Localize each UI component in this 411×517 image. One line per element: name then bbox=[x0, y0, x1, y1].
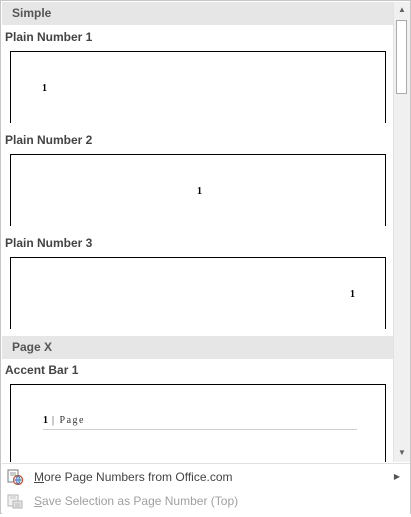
vertical-scrollbar[interactable]: ▲ ▼ bbox=[393, 2, 410, 462]
submenu-arrow-icon: ▶ bbox=[393, 472, 400, 481]
gallery-item-plain-number-3[interactable]: 1 bbox=[10, 257, 386, 329]
gallery-item-plain-number-1[interactable]: 1 bbox=[10, 51, 386, 123]
gallery-item-plain-number-2[interactable]: 1 bbox=[10, 154, 386, 226]
item-label-plain-number-1: Plain Number 1 bbox=[5, 30, 93, 44]
save-selection-label: Save Selection as Page Number (Top) bbox=[34, 494, 239, 508]
section-header-page-x: Page X bbox=[2, 336, 393, 359]
preview-accent-text: 1 | Page bbox=[43, 415, 85, 426]
scroll-thumb[interactable] bbox=[396, 20, 407, 94]
gallery-footer-menu: More Page Numbers from Office.com ▶ Save… bbox=[2, 463, 410, 514]
scroll-up-arrow-icon[interactable]: ▲ bbox=[394, 2, 410, 18]
item-label-plain-number-3: Plain Number 3 bbox=[5, 236, 93, 250]
more-page-numbers-menu-item[interactable]: More Page Numbers from Office.com ▶ bbox=[2, 465, 410, 489]
preview-page-number: 1 bbox=[43, 415, 48, 426]
page-number-gallery: Simple Plain Number 1 1 Plain Number 2 1… bbox=[0, 0, 411, 514]
item-label-accent-bar-1: Accent Bar 1 bbox=[5, 363, 79, 377]
section-header-simple: Simple bbox=[2, 2, 393, 25]
preview-page-word: Page bbox=[59, 415, 85, 426]
gallery-item-accent-bar-1[interactable]: 1 | Page bbox=[10, 384, 386, 462]
item-label-plain-number-2: Plain Number 2 bbox=[5, 133, 93, 147]
gallery-list: Simple Plain Number 1 1 Plain Number 2 1… bbox=[2, 2, 393, 462]
preview-page-number: 1 bbox=[42, 83, 47, 94]
preview-page-number: 1 bbox=[350, 289, 355, 300]
preview-page-number: 1 bbox=[197, 186, 202, 197]
office-web-icon bbox=[7, 469, 24, 486]
save-selection-icon bbox=[7, 493, 23, 509]
save-selection-menu-item[interactable]: Save Selection as Page Number (Top) bbox=[2, 489, 410, 513]
scroll-down-arrow-icon[interactable]: ▼ bbox=[394, 445, 410, 461]
preview-separator: | bbox=[52, 415, 56, 426]
more-page-numbers-label: More Page Numbers from Office.com bbox=[34, 470, 233, 484]
preview-accent-line bbox=[43, 429, 357, 430]
